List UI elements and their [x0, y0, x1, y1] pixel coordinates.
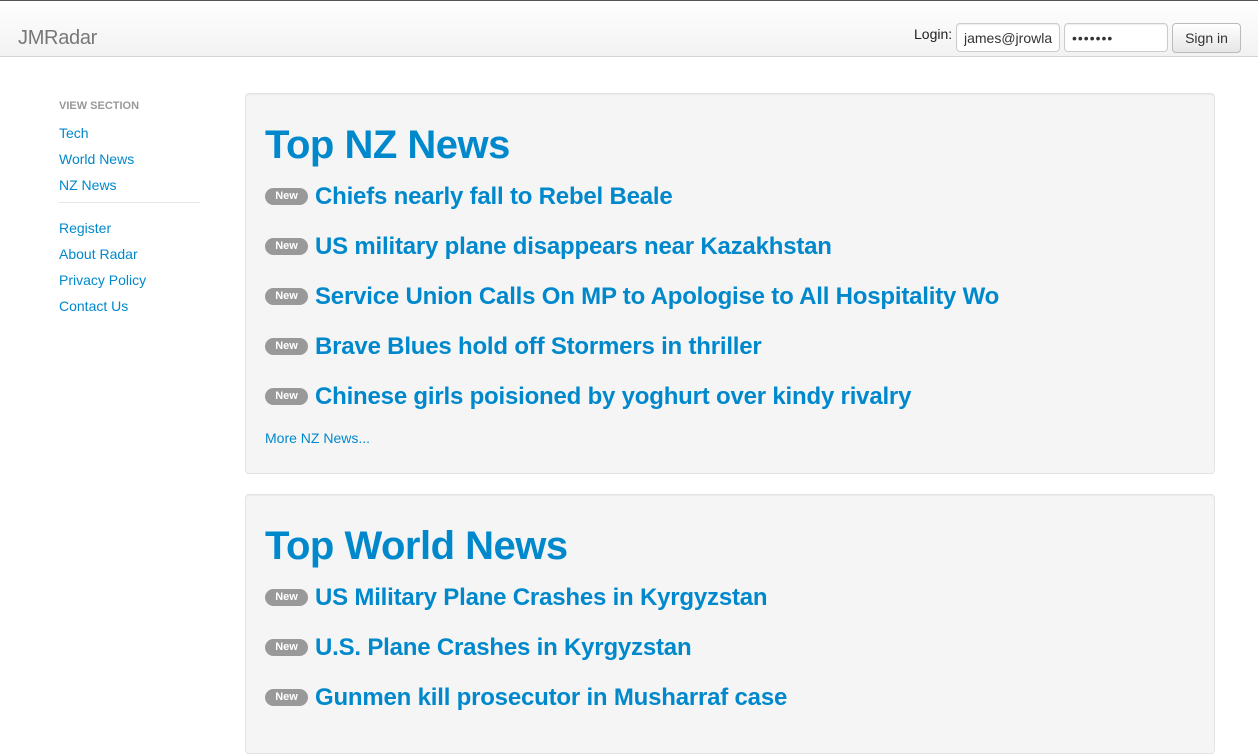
more-nz-news-link[interactable]: More NZ News... [265, 430, 370, 446]
sidebar-item-nz-news[interactable]: NZ News [59, 176, 200, 202]
sidebar-link-privacy[interactable]: Privacy Policy [59, 271, 200, 297]
new-badge: New [265, 337, 308, 355]
story-item: New U.S. Plane Crashes in Kyrgyzstan [265, 634, 692, 664]
new-badge: New [265, 237, 308, 255]
sidebar-link-contact[interactable]: Contact Us [59, 297, 200, 323]
nz-news-title: Top NZ News [265, 123, 510, 167]
story-link[interactable]: US Military Plane Crashes in Kyrgyzstan [315, 584, 768, 611]
nz-news-panel: Top NZ News New Chiefs nearly fall to Reb… [245, 93, 1215, 474]
story-link[interactable]: Service Union Calls On MP to Apologise t… [315, 283, 999, 310]
story-link[interactable]: U.S. Plane Crashes in Kyrgyzstan [315, 634, 692, 661]
sign-in-button[interactable]: Sign in [1172, 23, 1241, 53]
world-news-panel: Top World News New US Military Plane Cras… [245, 494, 1215, 754]
top-navbar: JMRadar Login: Sign in [0, 0, 1258, 57]
story-item: New Brave Blues hold off Stormers in thri… [265, 333, 762, 363]
story-item: New Service Union Calls On MP to Apologis… [265, 283, 999, 313]
story-link[interactable]: Brave Blues hold off Stormers in thrille… [315, 333, 762, 360]
story-item: New US Military Plane Crashes in Kyrgyzst… [265, 584, 768, 614]
sidebar-item-world-news[interactable]: World News [59, 150, 200, 176]
sidebar: View Section Tech World News NZ News Reg… [59, 98, 200, 323]
login-label: Login: [914, 26, 953, 42]
sidebar-link-about[interactable]: About Radar [59, 245, 200, 271]
story-link[interactable]: US military plane disappears near Kazakh… [315, 233, 832, 260]
email-field[interactable] [956, 23, 1060, 52]
story-link[interactable]: Gunmen kill prosecutor in Musharraf case [315, 684, 787, 711]
sidebar-item-tech[interactable]: Tech [59, 124, 200, 150]
story-link[interactable]: Chinese girls poisioned by yoghurt over … [315, 383, 911, 410]
new-badge: New [265, 588, 308, 606]
sidebar-divider [59, 202, 200, 203]
brand-logo[interactable]: JMRadar [18, 27, 97, 50]
story-item: New Chinese girls poisioned by yoghurt ov… [265, 383, 911, 413]
sidebar-link-register[interactable]: Register [59, 219, 200, 245]
story-item: New US military plane disappears near Kaz… [265, 233, 832, 263]
password-field[interactable] [1064, 23, 1168, 52]
new-badge: New [265, 638, 308, 656]
new-badge: New [265, 387, 308, 405]
new-badge: New [265, 688, 308, 706]
sidebar-header: View Section [59, 100, 140, 112]
story-link[interactable]: Chiefs nearly fall to Rebel Beale [315, 183, 673, 210]
new-badge: New [265, 287, 308, 305]
story-item: New Chiefs nearly fall to Rebel Beale [265, 183, 673, 213]
new-badge: New [265, 187, 308, 205]
story-item: New Gunmen kill prosecutor in Musharraf c… [265, 684, 787, 714]
world-news-title: Top World News [265, 524, 568, 568]
